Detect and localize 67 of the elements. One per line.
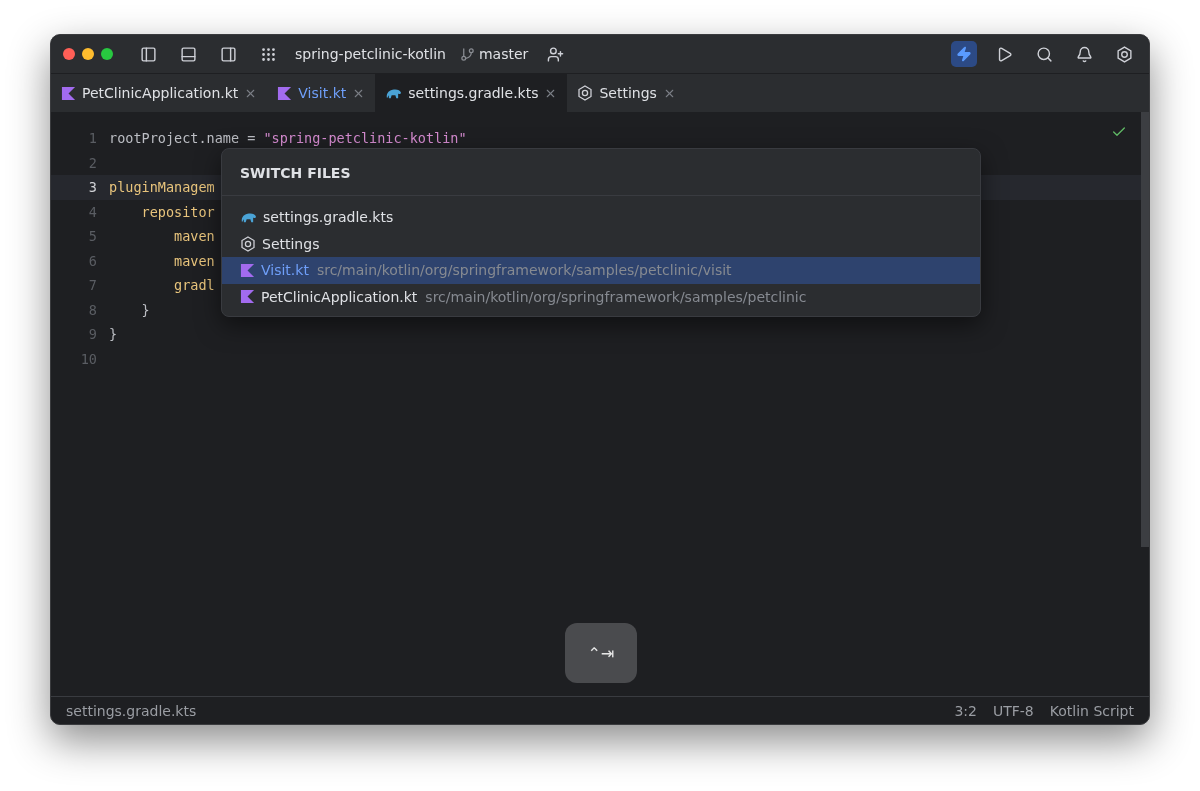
branch-button[interactable]: master: [459, 46, 529, 62]
bell-icon: [1075, 45, 1093, 63]
dot-grid-icon: [259, 45, 277, 63]
tab-label: settings.gradle.kts: [408, 85, 539, 101]
code-line: repositor: [140, 203, 215, 220]
tab-label: PetClinicApplication.kt: [82, 85, 239, 101]
line-number: 10: [79, 350, 98, 367]
tab-label: Settings: [599, 85, 657, 101]
zoom-button[interactable]: [101, 48, 113, 60]
line-number: 3: [87, 179, 98, 196]
file-item[interactable]: Settings: [222, 230, 980, 257]
editor-tab[interactable]: PetClinicApplication.kt: [51, 74, 268, 112]
code-line: pluginManagem: [109, 179, 215, 196]
project-name[interactable]: spring-petclinic-kotlin: [295, 46, 446, 62]
file-path: src/main/kotlin/org/springframework/samples/petclinic: [425, 288, 807, 305]
editor-tab[interactable]: settings.gradle.kts: [375, 74, 568, 112]
bottom-panel-icon: [179, 45, 197, 63]
elephant-icon: [385, 86, 403, 100]
kotlin-file-icon: [240, 289, 255, 305]
shortcut-hint: ⌃⇥: [565, 623, 637, 683]
branch-icon: [459, 46, 475, 62]
elephant-icon: [240, 210, 257, 224]
file-name: PetClinicApplication.kt: [261, 288, 418, 305]
line-number: 2: [87, 154, 98, 171]
add-user-icon: [546, 45, 564, 63]
encoding[interactable]: UTF-8: [992, 702, 1034, 719]
close-button[interactable]: [63, 48, 75, 60]
popup-title: SWITCH FILES: [222, 149, 980, 196]
line-number: 8: [87, 301, 98, 318]
status-file[interactable]: settings.gradle.kts: [66, 702, 197, 719]
file-item[interactable]: settings.gradle.kts: [222, 204, 980, 231]
file-item[interactable]: PetClinicApplication.kt src/main/kotlin/org/springframework/samples/petclinic: [222, 283, 980, 310]
code-line: gradl: [173, 277, 215, 294]
editor-tab[interactable]: Settings: [567, 74, 686, 112]
file-name: settings.gradle.kts: [263, 209, 394, 226]
right-panel-icon: [219, 45, 237, 63]
line-number: 4: [87, 203, 98, 220]
cursor-position[interactable]: 3:2: [954, 702, 977, 719]
left-panel-icon: [139, 45, 157, 63]
line-number: 6: [87, 252, 98, 269]
code-line: maven: [173, 228, 215, 245]
scrollbar[interactable]: [1141, 112, 1149, 547]
kotlin-file-icon: [240, 262, 255, 278]
kotlin-file-icon: [61, 85, 76, 101]
settings-icon: [240, 235, 256, 252]
line-number: 9: [87, 326, 98, 343]
file-type[interactable]: Kotlin Script: [1049, 702, 1134, 719]
kotlin-file-icon: [277, 85, 293, 101]
code-line: rootProject.name = "spring-petclinic-kotlin": [109, 130, 467, 147]
file-path: src/main/kotlin/org/springframework/samples/petclinic/visit: [316, 262, 732, 279]
file-name: Settings: [262, 235, 320, 252]
search-icon: [1035, 45, 1053, 63]
line-number: 1: [87, 130, 98, 147]
bolt-button[interactable]: [951, 41, 977, 67]
settings-icon: [577, 85, 594, 101]
line-number: 5: [87, 228, 98, 245]
editor-tab[interactable]: Visit.kt: [267, 74, 376, 112]
minimize-button[interactable]: [82, 48, 94, 60]
lightning-icon: [956, 46, 972, 62]
file-name: Visit.kt: [261, 262, 309, 279]
line-number: 7: [87, 277, 98, 294]
code-line: }: [140, 301, 150, 318]
file-item[interactable]: Visit.kt src/main/kotlin/org/springframework/samples/petclinic/visit: [222, 257, 980, 284]
code-line: }: [109, 326, 118, 343]
settings-icon: [1115, 45, 1133, 63]
tab-label: Visit.kt: [298, 85, 347, 101]
code-line: maven: [173, 252, 215, 269]
